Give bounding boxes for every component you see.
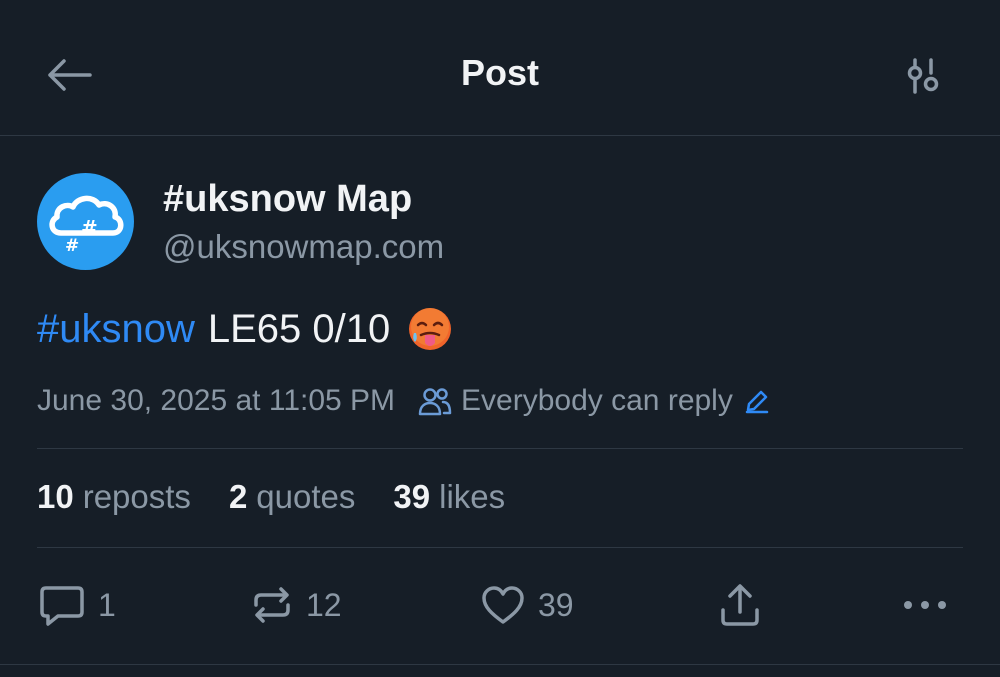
post-body-text: LE65 0/10 (207, 306, 391, 351)
post-timestamp: June 30, 2025 at 11:05 PM (37, 384, 396, 417)
pencil-icon[interactable] (743, 387, 771, 415)
share-button[interactable] (718, 575, 762, 635)
repost-icon (254, 587, 290, 623)
post-actions: 1 12 39 (0, 575, 1000, 635)
likes-stat[interactable]: 39 likes (393, 478, 505, 516)
reposts-label: reposts (82, 478, 191, 515)
reply-setting[interactable]: Everybody can reply (417, 383, 771, 419)
quotes-label: quotes (256, 478, 356, 515)
cloud-hashtag-icon: # # (49, 195, 124, 256)
sliders-icon (907, 58, 939, 94)
divider (37, 547, 963, 548)
svg-text:#: # (81, 216, 98, 240)
more-options-button[interactable] (902, 575, 948, 635)
people-icon (417, 383, 453, 419)
hot-face-emoji (406, 305, 454, 353)
heart-icon (482, 586, 524, 624)
likes-count: 39 (393, 478, 431, 515)
reposts-count: 10 (37, 478, 74, 515)
top-bar: Post (0, 0, 1000, 136)
reply-icon (40, 586, 84, 626)
hashtag-link[interactable]: #uksnow (37, 307, 195, 352)
divider (0, 664, 1000, 665)
likes-label: likes (439, 478, 506, 515)
post-stats: 10 reposts 2 quotes 39 likes (37, 478, 505, 516)
reposts-stat[interactable]: 10 reposts (37, 478, 191, 516)
repost-button[interactable]: 12 (250, 575, 342, 635)
divider (37, 448, 963, 449)
avatar[interactable]: # # (37, 173, 134, 270)
like-button[interactable]: 39 (480, 575, 574, 635)
repost-count: 12 (306, 586, 342, 623)
author-display-name[interactable]: #uksnow Map (163, 178, 412, 221)
ellipsis-icon (904, 601, 946, 609)
quotes-stat[interactable]: 2 quotes (229, 478, 355, 516)
reply-button[interactable]: 1 (38, 575, 116, 635)
thread-settings-button[interactable] (898, 52, 948, 100)
author-handle[interactable]: @uksnowmap.com (163, 228, 444, 266)
reply-count: 1 (98, 586, 116, 623)
share-icon (721, 584, 759, 626)
post-meta: June 30, 2025 at 11:05 PM Everybody can … (37, 383, 771, 419)
page-title: Post (460, 52, 539, 93)
reply-setting-label: Everybody can reply (461, 384, 733, 417)
quotes-count: 2 (228, 478, 248, 515)
svg-text:#: # (65, 236, 79, 256)
like-count: 39 (538, 586, 574, 623)
post-text: #uksnow LE65 0/10 (37, 305, 454, 353)
